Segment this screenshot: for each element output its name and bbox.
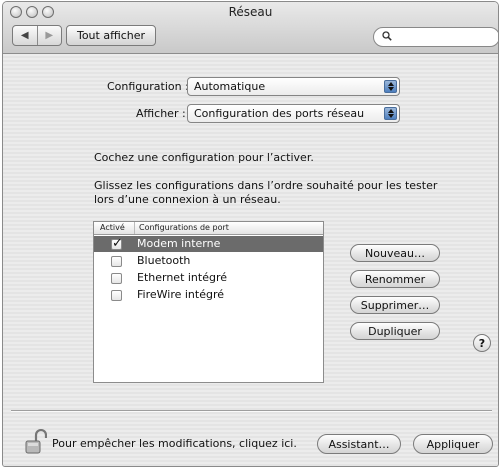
back-button[interactable]: ◀	[13, 26, 37, 45]
help-button[interactable]: ?	[473, 334, 491, 352]
nouveau-button[interactable]: Nouveau…	[350, 244, 440, 262]
popup-arrows-icon	[384, 107, 397, 120]
configuration-label: Configuration :	[107, 80, 189, 93]
show-all-button[interactable]: Tout afficher	[66, 25, 156, 46]
active-checkbox[interactable]	[111, 236, 123, 251]
port-name: FireWire intégré	[137, 288, 225, 301]
active-checkbox[interactable]	[111, 256, 122, 267]
column-header-active[interactable]: Activé	[94, 222, 135, 234]
port-configurations-table: Activé Configurations de port Modem inte…	[93, 221, 324, 383]
supprimer-button[interactable]: Supprimer…	[350, 296, 440, 314]
popup-arrows-icon	[384, 80, 397, 93]
search-field[interactable]	[373, 27, 498, 47]
lock-icon[interactable]	[25, 429, 47, 455]
table-row[interactable]: Ethernet intégré	[94, 270, 323, 286]
column-header-port[interactable]: Configurations de port	[135, 222, 323, 234]
assistant-button[interactable]: Assistant…	[317, 434, 401, 454]
renommer-button[interactable]: Renommer	[350, 270, 440, 288]
title-bar: Réseau ◀ ▶ Tout afficher	[3, 2, 498, 54]
afficher-label: Afficher :	[136, 107, 186, 120]
dupliquer-button[interactable]: Dupliquer	[350, 322, 440, 340]
network-preferences-window: Réseau ◀ ▶ Tout afficher Configuration :…	[2, 1, 499, 467]
table-row[interactable]: FireWire intégré	[94, 287, 323, 303]
table-header: Activé Configurations de port	[94, 222, 323, 235]
active-checkbox[interactable]	[111, 273, 122, 284]
configuration-value: Automatique	[194, 80, 266, 93]
table-row[interactable]: Modem interne	[94, 236, 323, 252]
port-name: Ethernet intégré	[137, 271, 228, 284]
forward-button[interactable]: ▶	[36, 26, 62, 45]
search-icon	[382, 31, 392, 41]
active-checkbox[interactable]	[111, 290, 122, 301]
appliquer-button[interactable]: Appliquer	[413, 434, 493, 454]
lock-message: Pour empêcher les modifications, cliquez…	[52, 437, 297, 450]
footer-divider	[11, 410, 492, 412]
port-name: Modem interne	[137, 237, 221, 250]
configuration-popup[interactable]: Automatique	[187, 77, 400, 96]
port-name: Bluetooth	[137, 254, 191, 267]
afficher-popup[interactable]: Configuration des ports réseau	[187, 104, 400, 123]
instruction-drag-line2: lors d’une connexion à un réseau.	[94, 193, 281, 206]
instruction-drag-line1: Glissez les configurations dans l’ordre …	[94, 179, 438, 192]
table-row[interactable]: Bluetooth	[94, 253, 323, 269]
instruction-check: Cochez une configuration pour l’activer.	[94, 151, 314, 164]
afficher-value: Configuration des ports réseau	[194, 107, 365, 120]
window-title: Réseau	[228, 5, 273, 19]
back-forward-control: ◀ ▶	[12, 25, 62, 46]
